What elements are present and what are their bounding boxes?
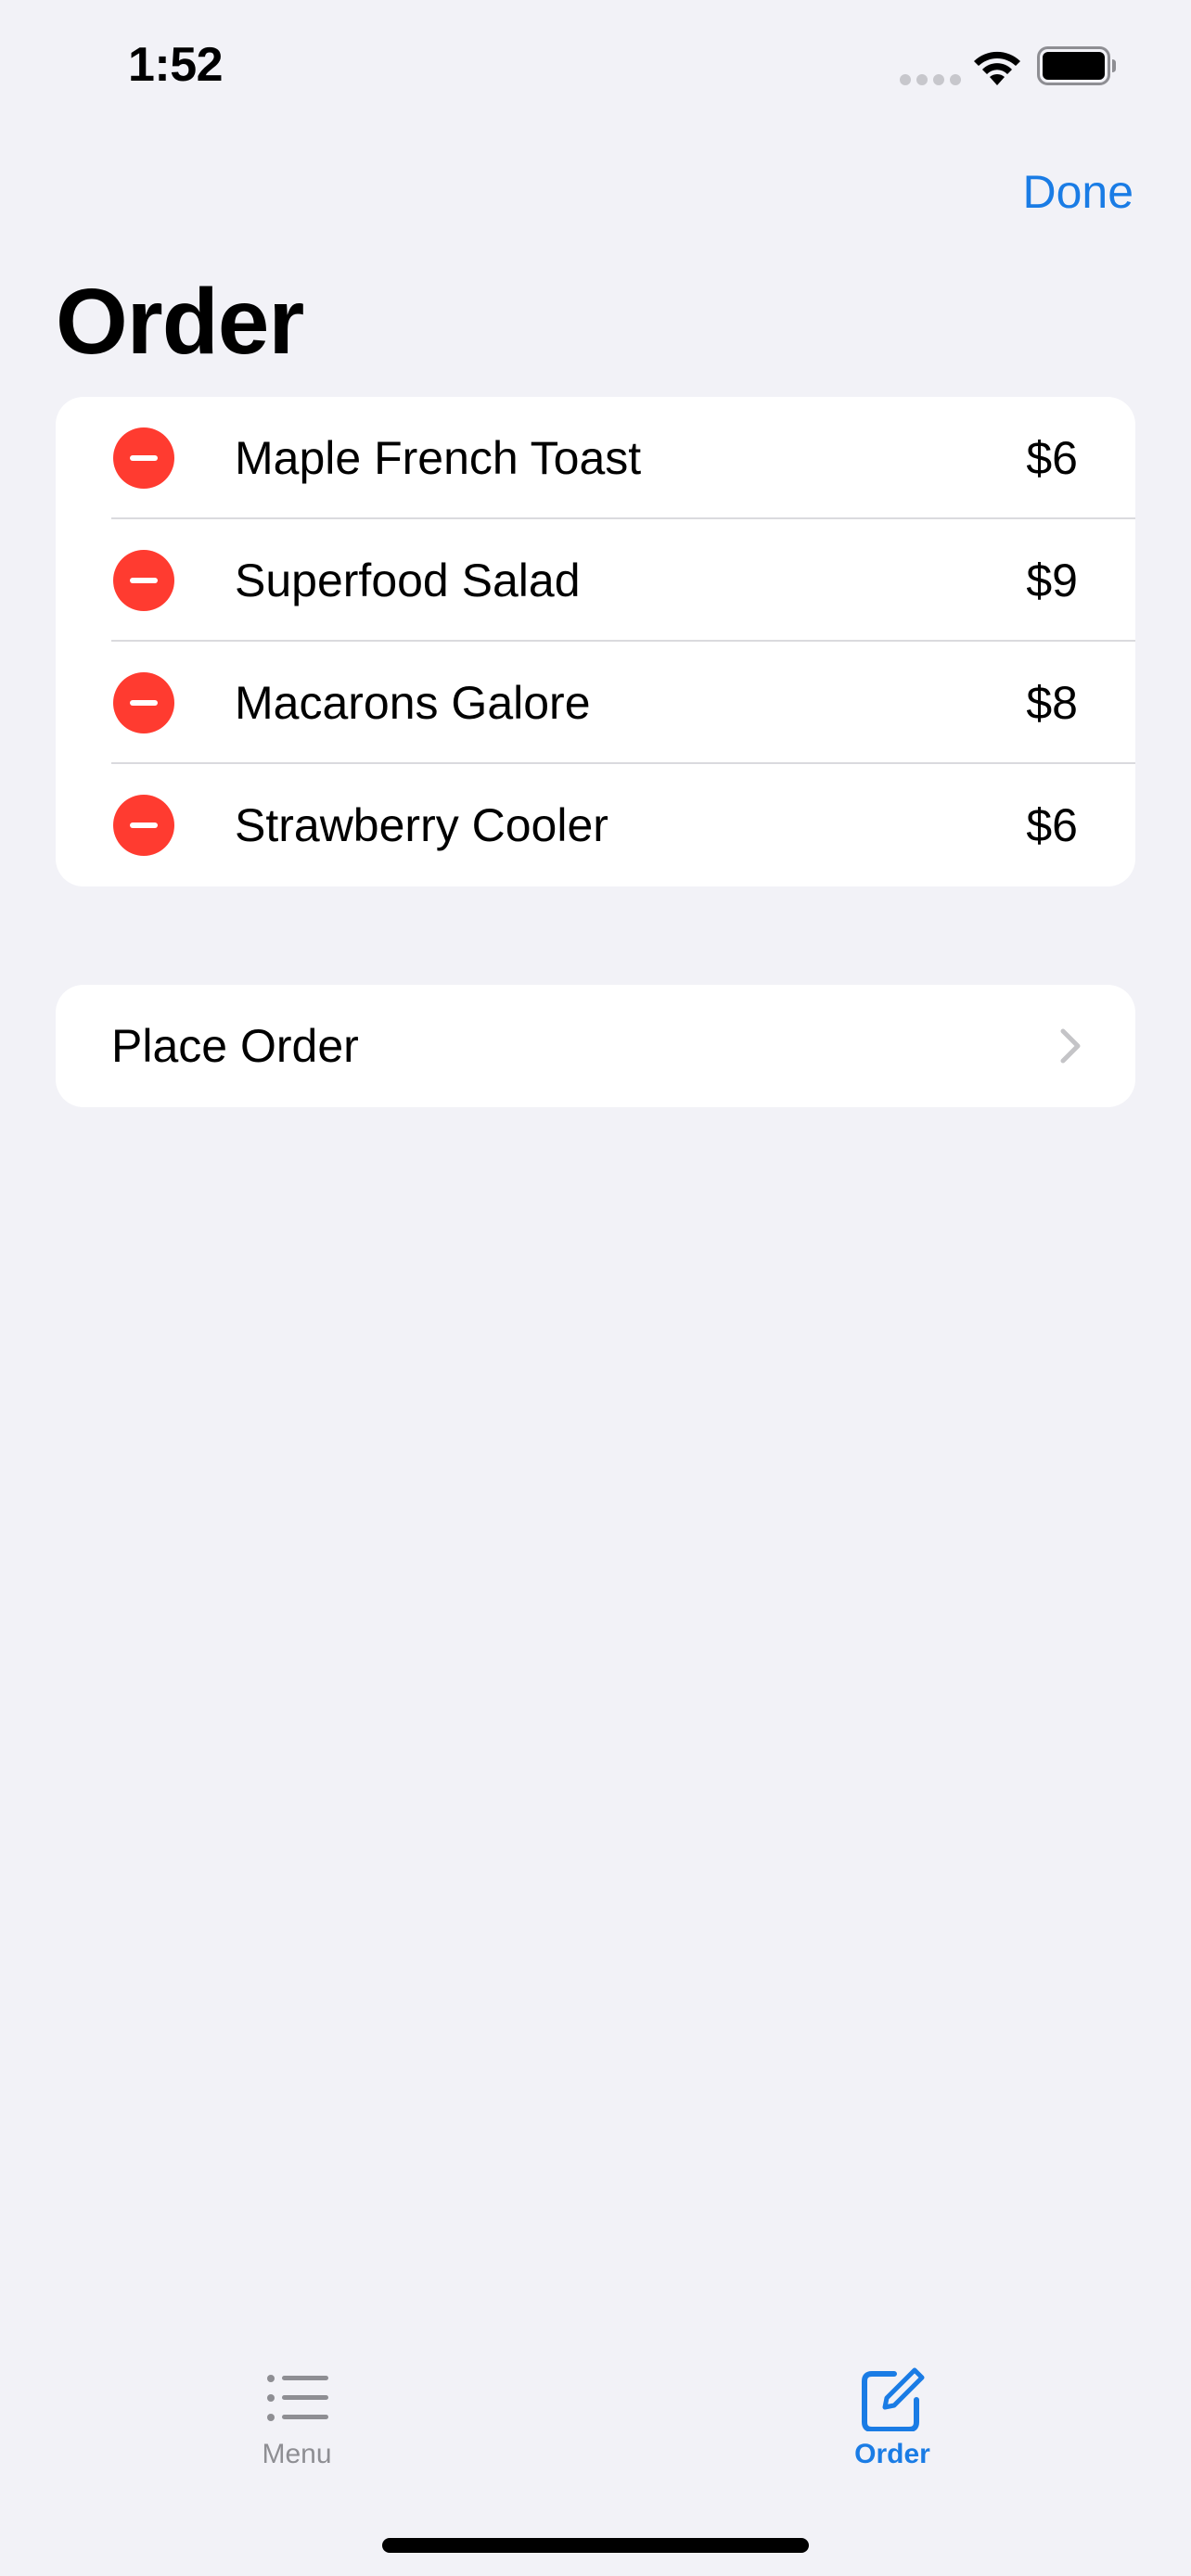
delete-icon[interactable] [113,550,174,611]
home-indicator[interactable] [382,2538,809,2553]
tab-label: Menu [262,2439,332,2469]
list-icon [267,2375,328,2421]
status-time: 1:52 [128,38,224,92]
tab-label: Order [854,2439,930,2469]
signal-icon [900,74,961,85]
item-price: $6 [1026,799,1078,851]
tab-menu[interactable]: Menu [204,2337,390,2485]
order-row: Superfood Salad $9 [56,519,1135,642]
order-row: Maple French Toast $6 [56,397,1135,519]
edit-icon [862,2367,925,2431]
battery-icon [1037,46,1116,85]
place-order-button[interactable]: Place Order [56,985,1135,1107]
chevron-right-icon [1060,1028,1081,1064]
order-list: Maple French Toast $6 Superfood Salad $9… [56,397,1135,886]
item-name: Maple French Toast [235,432,642,484]
page-title: Order [56,270,304,374]
place-order-label: Place Order [111,1020,359,1072]
delete-icon[interactable] [113,427,174,489]
item-name: Superfood Salad [235,555,581,606]
delete-icon[interactable] [113,795,174,856]
wifi-icon [974,51,1020,85]
tab-order[interactable]: Order [800,2337,985,2485]
item-price: $8 [1026,677,1078,729]
order-row: Strawberry Cooler $6 [56,764,1135,886]
status-bar: 1:52 [0,0,1191,130]
order-row: Macarons Galore $8 [56,642,1135,764]
item-name: Strawberry Cooler [235,799,608,851]
item-price: $9 [1026,555,1078,606]
item-price: $6 [1026,432,1078,484]
delete-icon[interactable] [113,672,174,733]
item-name: Macarons Galore [235,677,591,729]
done-button[interactable]: Done [1022,165,1133,219]
